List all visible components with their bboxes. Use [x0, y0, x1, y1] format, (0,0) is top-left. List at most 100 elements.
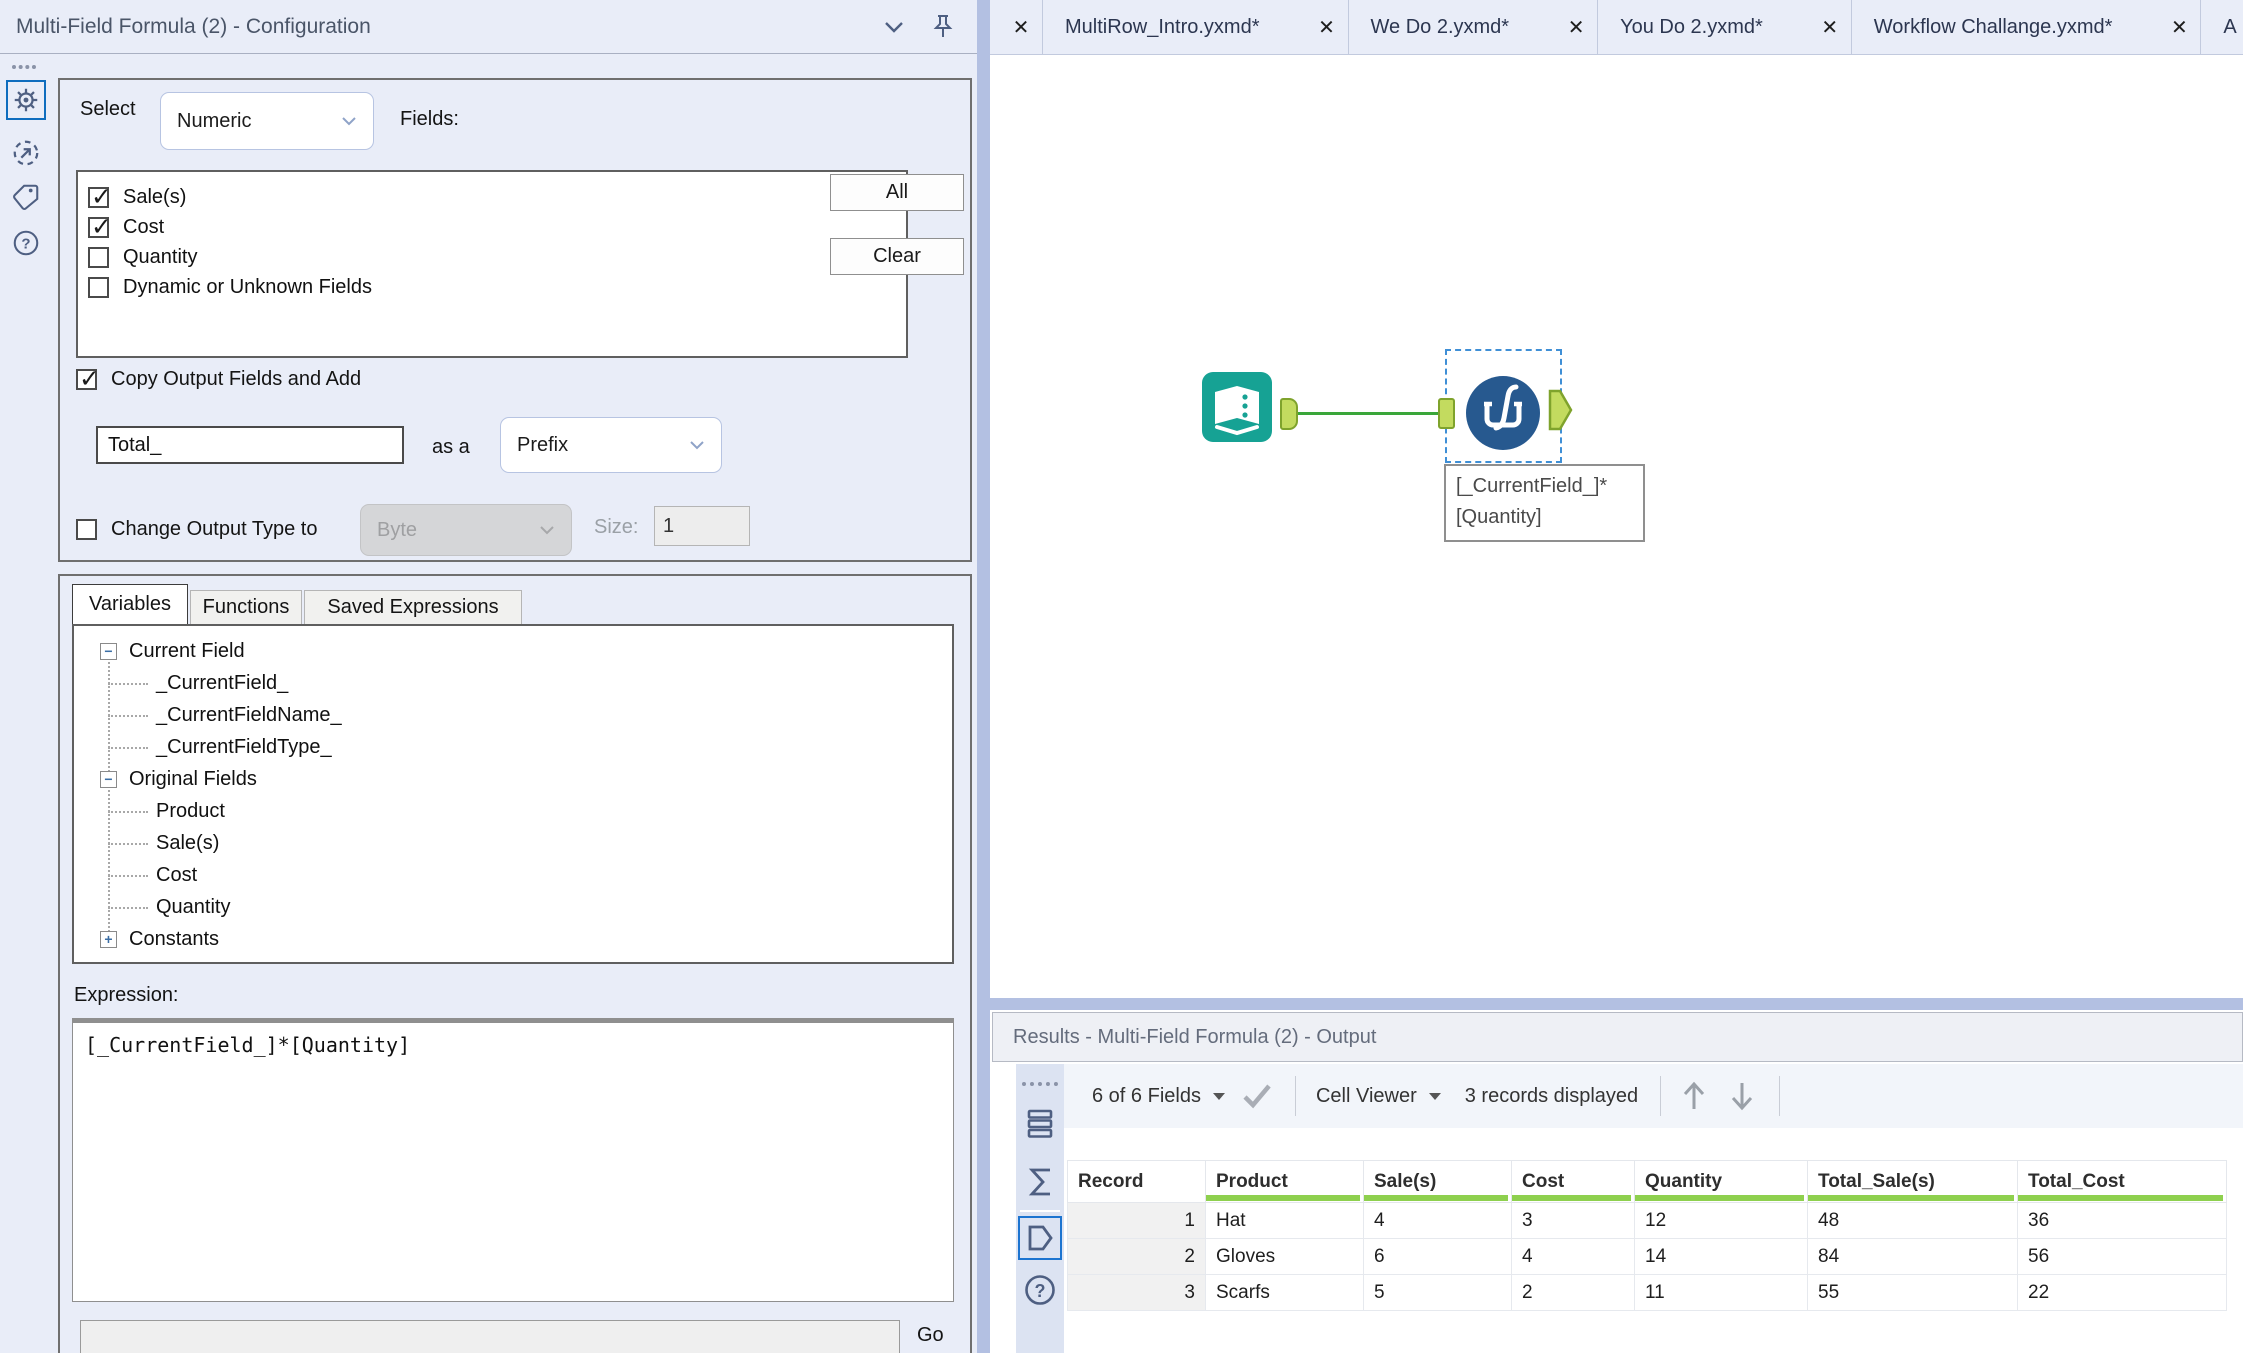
workflow-tab[interactable]: Workflow Challange.yxmd* [1809, 0, 2159, 54]
change-type-checkbox[interactable] [76, 519, 97, 540]
arrow-down-icon[interactable] [1727, 1079, 1757, 1113]
tab-saved-expressions[interactable]: Saved Expressions [304, 590, 522, 624]
column-header-product[interactable]: Product [1205, 1160, 1364, 1203]
change-type-row[interactable]: Change Output Type to [76, 518, 317, 541]
cell[interactable]: 22 [2017, 1274, 2227, 1311]
vertical-splitter[interactable] [977, 0, 990, 1353]
input-anchor-view-icon[interactable] [1018, 1160, 1062, 1204]
workflow-tab[interactable]: We Do 2.yxmd* [1306, 0, 1556, 54]
cell[interactable]: 3 [1511, 1202, 1635, 1239]
chevron-down-icon[interactable] [1212, 1092, 1225, 1100]
column-header-cost[interactable]: Cost [1511, 1160, 1635, 1203]
expression-editor[interactable]: [_CurrentField_]*[Quantity] [72, 1018, 954, 1302]
cell[interactable]: 55 [1807, 1274, 2018, 1311]
column-header-quantity[interactable]: Quantity [1634, 1160, 1808, 1203]
size-input[interactable] [654, 506, 750, 546]
field-list-item[interactable]: Dynamic or Unknown Fields [78, 272, 906, 302]
tree-node-constants[interactable]: Constants [100, 924, 219, 955]
collapse-chevron-icon[interactable] [883, 20, 905, 34]
workflow-tab[interactable]: MultiRow_Intro.yxmd* [1000, 0, 1306, 54]
tree-node-cost[interactable]: Cost [108, 860, 197, 891]
field-list-item[interactable]: Cost [78, 212, 906, 242]
cell[interactable]: 12 [1634, 1202, 1808, 1239]
tree-node-original-fields[interactable]: Original Fields [100, 764, 257, 795]
workflow-tab[interactable]: You Do 2.yxmd* [1555, 0, 1809, 54]
workflow-tab-label[interactable]: Workflow Challange.yxmd* [1852, 16, 2159, 39]
panel-drag-handle[interactable] [12, 65, 36, 69]
tool-annotation[interactable]: [_CurrentField_]* [Quantity] [1444, 464, 1645, 542]
collapse-expander-icon[interactable] [100, 771, 117, 788]
field-checkbox[interactable] [88, 246, 109, 268]
output-anchor-view-icon[interactable] [1018, 1216, 1062, 1260]
layout-view-icon[interactable] [1018, 1102, 1062, 1146]
cell[interactable]: 5 [1363, 1274, 1512, 1311]
output-type-dropdown[interactable]: Byte [360, 504, 572, 556]
copy-output-row[interactable]: Copy Output Fields and Add [76, 364, 361, 394]
close-tab-icon[interactable] [1809, 15, 1851, 40]
copy-output-checkbox[interactable] [76, 364, 100, 394]
field-type-dropdown[interactable]: Numeric [160, 92, 374, 150]
tab-variables[interactable]: Variables [72, 584, 188, 624]
cell-viewer-dropdown[interactable]: Cell Viewer [1316, 1085, 1417, 1108]
help-tab-icon[interactable]: ? [6, 223, 46, 263]
results-help-icon[interactable]: ? [1018, 1268, 1062, 1312]
cell[interactable]: 4 [1363, 1202, 1512, 1239]
navigation-tab-icon[interactable] [6, 133, 46, 173]
workflow-tab-partial[interactable]: A [2158, 0, 2243, 54]
formula-tool-input-anchor[interactable] [1438, 398, 1455, 429]
all-button[interactable]: All [830, 174, 964, 211]
table-row[interactable]: 3 Scarfs 5 2 11 55 22 [1067, 1274, 2227, 1311]
tree-node-quantity[interactable]: Quantity [108, 892, 230, 923]
tree-node-currentfieldtype[interactable]: _CurrentFieldType_ [108, 732, 332, 763]
cell[interactable]: Scarfs [1205, 1274, 1364, 1311]
cell[interactable]: 48 [1807, 1202, 2018, 1239]
close-tab-icon[interactable] [1000, 15, 1042, 40]
field-list-item[interactable]: Quantity [78, 242, 906, 272]
results-drag-handle[interactable] [1022, 1082, 1058, 1086]
cell[interactable]: Hat [1205, 1202, 1364, 1239]
tree-node-currentfield[interactable]: _CurrentField_ [108, 668, 288, 699]
expand-expander-icon[interactable] [100, 931, 117, 948]
horizontal-splitter[interactable] [990, 998, 2243, 1010]
formula-tool-output-anchor[interactable] [1548, 389, 1574, 431]
workflow-canvas[interactable]: [_CurrentField_]* [Quantity] [990, 55, 2243, 998]
cell[interactable]: 14 [1634, 1238, 1808, 1275]
workflow-tab-label[interactable]: You Do 2.yxmd* [1598, 16, 1809, 39]
cell[interactable]: 4 [1511, 1238, 1635, 1275]
pin-icon[interactable] [931, 14, 955, 40]
column-header-sales[interactable]: Sale(s) [1363, 1160, 1512, 1203]
multi-field-formula-tool[interactable] [1463, 373, 1543, 453]
workflow-tab-label[interactable]: MultiRow_Intro.yxmd* [1043, 16, 1306, 39]
cell[interactable]: 36 [2017, 1202, 2227, 1239]
text-input-tool[interactable] [1200, 370, 1274, 444]
workflow-tab-label[interactable]: We Do 2.yxmd* [1349, 16, 1556, 39]
go-button[interactable]: Go [917, 1324, 944, 1347]
field-checkbox[interactable] [88, 182, 112, 212]
close-tab-icon[interactable] [1306, 15, 1348, 40]
column-header-total-sales[interactable]: Total_Sale(s) [1807, 1160, 2018, 1203]
cell[interactable]: 11 [1634, 1274, 1808, 1311]
tab-functions[interactable]: Functions [190, 590, 302, 624]
cell[interactable]: Gloves [1205, 1238, 1364, 1275]
chevron-down-icon[interactable] [1428, 1092, 1441, 1100]
cell[interactable]: 2 [1511, 1274, 1635, 1311]
expression-helper-box[interactable] [80, 1320, 900, 1353]
field-checkbox[interactable] [88, 212, 112, 242]
cell[interactable]: 6 [1363, 1238, 1512, 1275]
cell[interactable]: 56 [2017, 1238, 2227, 1275]
tree-node-product[interactable]: Product [108, 796, 225, 827]
tree-node-currentfieldname[interactable]: _CurrentFieldName_ [108, 700, 342, 731]
field-checkbox[interactable] [88, 276, 109, 298]
column-header-record[interactable]: Record [1067, 1160, 1206, 1203]
affix-type-dropdown[interactable]: Prefix [500, 417, 722, 473]
tool-connection-line[interactable] [1296, 412, 1442, 415]
fields-summary-dropdown[interactable]: 6 of 6 Fields [1092, 1085, 1201, 1108]
tree-node-current-field[interactable]: Current Field [100, 636, 245, 667]
table-row[interactable]: 2 Gloves 6 4 14 84 56 [1067, 1238, 2227, 1275]
field-list-item[interactable]: Sale(s) [78, 182, 906, 212]
tree-node-sales[interactable]: Sale(s) [108, 828, 219, 859]
configuration-tab-icon[interactable] [6, 80, 46, 120]
workflow-tab-label[interactable]: A [2201, 16, 2243, 39]
text-input-output-anchor[interactable] [1280, 398, 1298, 430]
arrow-up-icon[interactable] [1679, 1079, 1709, 1113]
